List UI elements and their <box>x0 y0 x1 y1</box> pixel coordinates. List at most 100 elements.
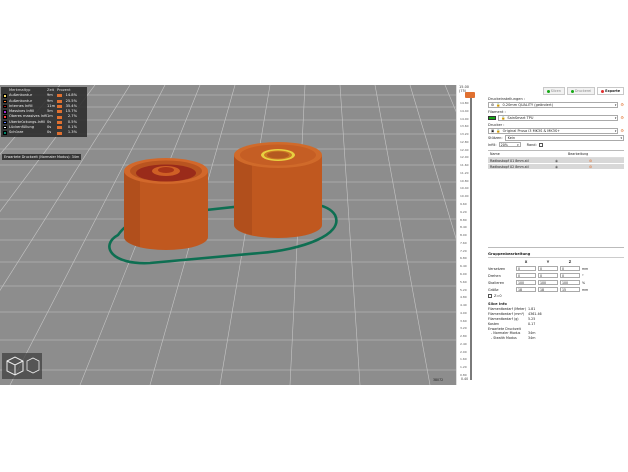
settings-panel: Slicen Druckerei Exporte Druckeinstellun… <box>484 85 628 385</box>
tab-slicen[interactable]: Slicen <box>542 87 565 95</box>
lock-icon: 🔒 <box>496 129 501 133</box>
chevron-down-icon: ▾ <box>614 103 617 107</box>
object-list-empty-area <box>488 170 624 248</box>
position-x-input[interactable]: 0 <box>516 266 536 271</box>
view-toolbar-icon[interactable] <box>2 353 42 379</box>
rotation-x-input[interactable]: 0 <box>516 273 536 278</box>
tab-exporte[interactable]: Exporte <box>597 87 624 95</box>
supports-row: Stützen: Kein ▾ <box>488 135 624 141</box>
scale-z-input[interactable]: 100 <box>560 280 580 285</box>
layer-tick-label: 10.40 <box>460 186 469 191</box>
layer-tick-label: 14.40 <box>460 108 469 113</box>
chevron-down-icon: ▾ <box>517 142 519 147</box>
legend-swatch <box>3 110 7 114</box>
layer-tick-label: 2.80 <box>460 334 467 339</box>
cylinder-right-model[interactable] <box>234 142 322 238</box>
layer-tick-label: 1.20 <box>460 365 467 370</box>
scale-x-input[interactable]: 100 <box>516 280 536 285</box>
supports-select[interactable]: Kein ▾ <box>504 135 624 141</box>
edit-preset-icon[interactable]: ⚙ <box>620 115 624 120</box>
layer-tick-label: 8.40 <box>460 225 467 230</box>
edit-settings-icon[interactable]: ⚙ <box>589 165 592 169</box>
rotation-z-input[interactable]: 0 <box>560 273 580 278</box>
status-dot-icon <box>546 89 550 93</box>
filament-row: 🔒 SainSmart TPU ▾ ⚙ <box>488 114 624 121</box>
legend-swatch <box>3 120 7 125</box>
size-y-input[interactable]: 18 <box>538 287 558 292</box>
chevron-down-icon: ▾ <box>614 116 617 120</box>
drop-to-bed-checkbox[interactable] <box>488 294 492 298</box>
layer-tick-label: 12.80 <box>460 139 469 144</box>
layer-tick-label: 14.80 <box>460 101 469 105</box>
print-settings-select[interactable]: ⚙ 🔒 0.20mm QUALITY (geändert) ▾ <box>488 102 619 108</box>
position-z-input[interactable]: 0 <box>560 266 580 271</box>
print-settings-row: ⚙ 🔒 0.20mm QUALITY (geändert) ▾ ⚙ <box>488 101 624 108</box>
object-list: Name Bearbeitung Radkoskopf 01 8mm.stl ◉… <box>488 150 624 248</box>
printer-icon: ▣ <box>491 129 495 133</box>
layer-tick-label: 7.60 <box>460 240 467 245</box>
layer-bottom-label: 0.40 <box>461 377 469 381</box>
layer-tick-label: 6.00 <box>460 271 467 276</box>
layer-tick-label: 9.60 <box>460 202 467 207</box>
lock-icon: 🔒 <box>501 116 506 120</box>
layer-tick-label: 5.60 <box>460 279 467 284</box>
layer-tick-label: 13.20 <box>460 132 469 137</box>
layer-tick-label: 6.40 <box>460 264 467 269</box>
tab-druckerei[interactable]: Druckerei <box>566 87 596 95</box>
layer-slider-thumb[interactable] <box>465 92 475 98</box>
layer-slider[interactable]: 15.00 (75) 14.80 14.40 14.00 13.60 13.20 12.80… <box>456 85 484 385</box>
rotation-y-input[interactable]: 0 <box>538 273 558 278</box>
layer-tick-label: 11.20 <box>460 170 469 175</box>
layer-tick-label: 9.20 <box>460 209 467 214</box>
size-x-input[interactable]: 18 <box>516 287 536 292</box>
scale-y-input[interactable]: 100 <box>538 280 558 285</box>
slice-info: Slice Info Filamentbedarf (Meter) 1.81 Fi… <box>488 302 624 341</box>
legend-swatch <box>3 126 7 130</box>
size-z-input[interactable]: 15 <box>560 287 580 292</box>
legend-swatch <box>3 94 7 98</box>
status-dot-icon <box>570 89 574 93</box>
layer-tick-label: 4.80 <box>460 295 467 300</box>
layer-tick-label: 2.40 <box>460 341 467 346</box>
legend-estimated-time: Erwartete Druckzeit (Normaler Modus): 34… <box>2 154 82 160</box>
layer-tick-label: 2.00 <box>460 349 467 354</box>
visibility-icon[interactable]: ◉ <box>555 159 589 163</box>
position-y-input[interactable]: 0 <box>538 266 558 271</box>
legend-swatch <box>3 104 7 109</box>
chevron-down-icon: ▾ <box>614 129 617 133</box>
feature-legend: Merkmaltyp Zeit Prozent Außenkontur 9m 1… <box>1 87 87 137</box>
edit-preset-icon[interactable]: ⚙ <box>620 102 624 107</box>
brim-checkbox[interactable] <box>538 142 543 147</box>
filament-color-swatch[interactable] <box>488 115 496 120</box>
3d-viewport[interactable]: Merkmaltyp Zeit Prozent Außenkontur 9m 1… <box>0 85 456 385</box>
layer-tick-label: 8.80 <box>460 217 467 222</box>
printer-row: ▣ 🔒 Original Prusa i3 MK3S & MK3S+ ▾ ⚙ <box>488 127 624 134</box>
layer-tick-label: 10.00 <box>460 194 469 199</box>
filament-select[interactable]: 🔒 SainSmart TPU ▾ <box>498 115 619 121</box>
legend-swatch <box>3 131 7 135</box>
printer-select[interactable]: ▣ 🔒 Original Prusa i3 MK3S & MK3S+ ▾ <box>488 128 619 134</box>
layer-tick-label: 10.80 <box>460 178 469 183</box>
mode-tabs: Slicen Druckerei Exporte <box>516 87 624 95</box>
cylinder-left-model[interactable] <box>124 158 208 250</box>
legend-item: Schürze 0s 1.3% <box>3 130 85 135</box>
legend-bar <box>57 120 62 124</box>
visibility-icon[interactable]: ◉ <box>555 165 589 169</box>
infill-row: Infill: 20% ▾ Rand: <box>488 142 624 147</box>
layer-tick-label: 11.60 <box>460 163 469 168</box>
settings-icon: ⚙ <box>491 103 495 107</box>
layer-slider-track[interactable] <box>470 95 472 380</box>
legend-bar <box>57 131 62 135</box>
layer-tick-label: 4.00 <box>460 310 467 315</box>
edit-preset-icon[interactable]: ⚙ <box>620 128 624 133</box>
legend-swatch <box>3 115 7 119</box>
edit-settings-icon[interactable]: ⚙ <box>589 159 592 163</box>
lock-icon: 🔒 <box>496 103 501 107</box>
chevron-down-icon: ▾ <box>620 136 622 140</box>
layer-tick-label: 3.60 <box>460 318 467 323</box>
infill-select[interactable]: 20% ▾ <box>498 142 521 147</box>
layer-tick-label: 12.40 <box>460 147 469 152</box>
legend-bar <box>57 126 62 130</box>
layer-tick-label: 1.60 <box>460 357 467 362</box>
layer-tick-label: 4.40 <box>460 303 467 308</box>
